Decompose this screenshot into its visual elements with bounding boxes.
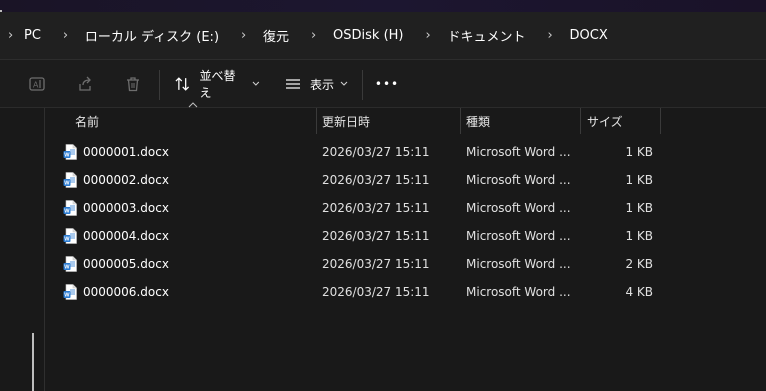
- file-type: Microsoft Word ...: [466, 257, 571, 271]
- view-lines-icon: [286, 79, 300, 89]
- trash-icon: [127, 77, 139, 92]
- breadcrumb-separator[interactable]: ›: [311, 28, 329, 43]
- file-row[interactable]: W 0000006.docx 2026/03/27 15:11 Microsof…: [45, 278, 766, 306]
- column-header-name[interactable]: 名前: [75, 108, 315, 134]
- share-icon: [79, 76, 91, 91]
- file-size: 1 KB: [625, 173, 653, 187]
- column-header-row: 名前 更新日時 種類 サイズ: [45, 108, 766, 134]
- svg-text:W: W: [64, 237, 70, 243]
- svg-text:W: W: [64, 153, 70, 159]
- view-button[interactable]: 表示: [284, 72, 350, 96]
- column-header-modified[interactable]: 更新日時: [322, 108, 458, 134]
- svg-text:W: W: [64, 181, 70, 187]
- svg-text:A: A: [33, 81, 39, 90]
- sort-button[interactable]: 並べ替え: [174, 69, 260, 100]
- file-modified: 2026/03/27 15:11: [322, 173, 430, 187]
- file-row[interactable]: W 0000003.docx 2026/03/27 15:11 Microsof…: [45, 194, 766, 222]
- breadcrumb-separator[interactable]: ›: [548, 28, 566, 43]
- more-icon: •••: [374, 77, 400, 91]
- file-type: Microsoft Word ...: [466, 201, 571, 215]
- file-size: 2 KB: [625, 257, 653, 271]
- toolbar-divider: [362, 70, 363, 100]
- more-options-button[interactable]: •••: [374, 72, 400, 96]
- breadcrumb-item-osdisk[interactable]: OSDisk (H): [329, 28, 425, 43]
- chevron-down-icon: [252, 81, 260, 86]
- file-modified: 2026/03/27 15:11: [322, 285, 430, 299]
- file-row[interactable]: W 0000001.docx 2026/03/27 15:11 Microsof…: [45, 138, 766, 166]
- breadcrumb-separator[interactable]: ›: [426, 28, 444, 43]
- breadcrumb-item-pc[interactable]: PC: [20, 28, 63, 43]
- column-divider[interactable]: [580, 108, 581, 134]
- breadcrumb-separator: ›: [8, 28, 14, 43]
- file-name: 0000006.docx: [83, 285, 169, 299]
- breadcrumb-separator[interactable]: ›: [241, 28, 259, 43]
- file-row[interactable]: W 0000005.docx 2026/03/27 15:11 Microsof…: [45, 250, 766, 278]
- word-document-icon: W: [63, 200, 77, 216]
- file-name: 0000004.docx: [83, 229, 169, 243]
- svg-text:W: W: [64, 209, 70, 215]
- file-row[interactable]: W 0000002.docx 2026/03/27 15:11 Microsof…: [45, 166, 766, 194]
- share-button[interactable]: [72, 72, 98, 96]
- file-size: 4 KB: [625, 285, 653, 299]
- column-divider[interactable]: [460, 108, 461, 134]
- toolbar-divider: [159, 70, 160, 100]
- window-top-strip: [0, 0, 766, 12]
- file-size: 1 KB: [625, 201, 653, 215]
- file-modified: 2026/03/27 15:11: [322, 257, 430, 271]
- breadcrumb: › PC › ローカル ディスク (E:) › 復元 › OSDisk (H) …: [0, 12, 766, 60]
- file-name: 0000001.docx: [83, 145, 169, 159]
- column-header-size[interactable]: サイズ: [587, 108, 657, 134]
- chevron-down-icon: [340, 81, 348, 86]
- svg-text:W: W: [64, 265, 70, 271]
- file-modified: 2026/03/27 15:11: [322, 229, 430, 243]
- word-document-icon: W: [63, 284, 77, 300]
- column-divider[interactable]: [316, 108, 317, 134]
- rename-icon: A: [29, 77, 45, 91]
- word-document-icon: W: [63, 256, 77, 272]
- file-type: Microsoft Word ...: [466, 145, 571, 159]
- file-size: 1 KB: [625, 229, 653, 243]
- breadcrumb-item-local-disk[interactable]: ローカル ディスク (E:): [81, 26, 241, 45]
- rename-button[interactable]: A: [24, 72, 50, 96]
- file-modified: 2026/03/27 15:11: [322, 145, 430, 159]
- breadcrumb-item-restore[interactable]: 復元: [259, 26, 311, 45]
- file-type: Microsoft Word ...: [466, 285, 571, 299]
- file-type: Microsoft Word ...: [466, 229, 571, 243]
- command-bar: A 並べ替え 表示 •••: [0, 60, 766, 108]
- file-modified: 2026/03/27 15:11: [322, 201, 430, 215]
- file-row[interactable]: W 0000004.docx 2026/03/27 15:11 Microsof…: [45, 222, 766, 250]
- sort-icon: [175, 77, 190, 91]
- breadcrumb-item-docx[interactable]: DOCX: [566, 28, 608, 43]
- svg-text:W: W: [64, 293, 70, 299]
- column-header-type[interactable]: 種類: [466, 108, 578, 134]
- file-list: 名前 更新日時 種類 サイズ W 0000001.docx 2026/03/27…: [44, 102, 766, 391]
- word-document-icon: W: [63, 228, 77, 244]
- word-document-icon: W: [63, 172, 77, 188]
- file-name: 0000002.docx: [83, 173, 169, 187]
- file-name: 0000003.docx: [83, 201, 169, 215]
- view-label: 表示: [310, 77, 335, 92]
- file-type: Microsoft Word ...: [466, 173, 571, 187]
- sort-label: 並べ替え: [199, 69, 236, 100]
- file-name: 0000005.docx: [83, 257, 169, 271]
- column-divider[interactable]: [660, 108, 661, 134]
- breadcrumb-item-documents[interactable]: ドキュメント: [444, 26, 548, 45]
- breadcrumb-separator[interactable]: ›: [63, 28, 81, 43]
- delete-button[interactable]: [120, 72, 146, 96]
- file-size: 1 KB: [625, 145, 653, 159]
- scrollbar[interactable]: [32, 333, 34, 391]
- word-document-icon: W: [63, 144, 77, 160]
